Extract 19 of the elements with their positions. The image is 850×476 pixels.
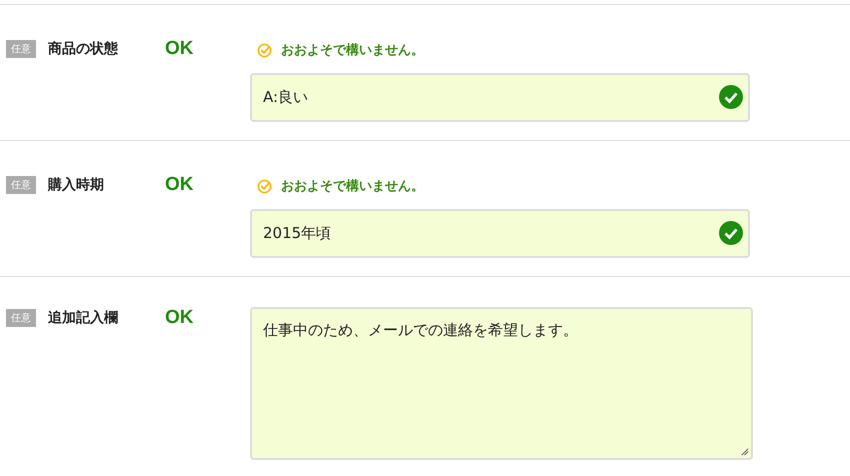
input-field[interactable]: 2015年頃: [250, 209, 750, 258]
field-label: 追加記入欄: [48, 309, 118, 327]
field-label: 購入時期: [48, 176, 104, 194]
status-text: OK: [165, 38, 194, 60]
optional-badge: 任意: [6, 40, 36, 58]
field-label: 商品の状態: [48, 40, 118, 58]
check-circle-icon: [719, 221, 743, 245]
check-circle-icon: [719, 85, 743, 109]
hint-text: おおよそで構いません。: [281, 42, 424, 59]
optional-badge: 任意: [6, 176, 36, 194]
hint-text: おおよそで構いません。: [281, 178, 424, 195]
resize-handle-icon[interactable]: [740, 447, 749, 456]
status-text: OK: [165, 307, 194, 329]
input-field[interactable]: A:良い: [250, 73, 750, 122]
check-circle-icon: [257, 178, 272, 194]
status-text: OK: [165, 174, 194, 196]
check-circle-icon: [257, 42, 272, 58]
optional-badge: 任意: [6, 309, 36, 327]
text-area[interactable]: 仕事中のため、メールでの連絡を希望します。: [250, 307, 753, 460]
